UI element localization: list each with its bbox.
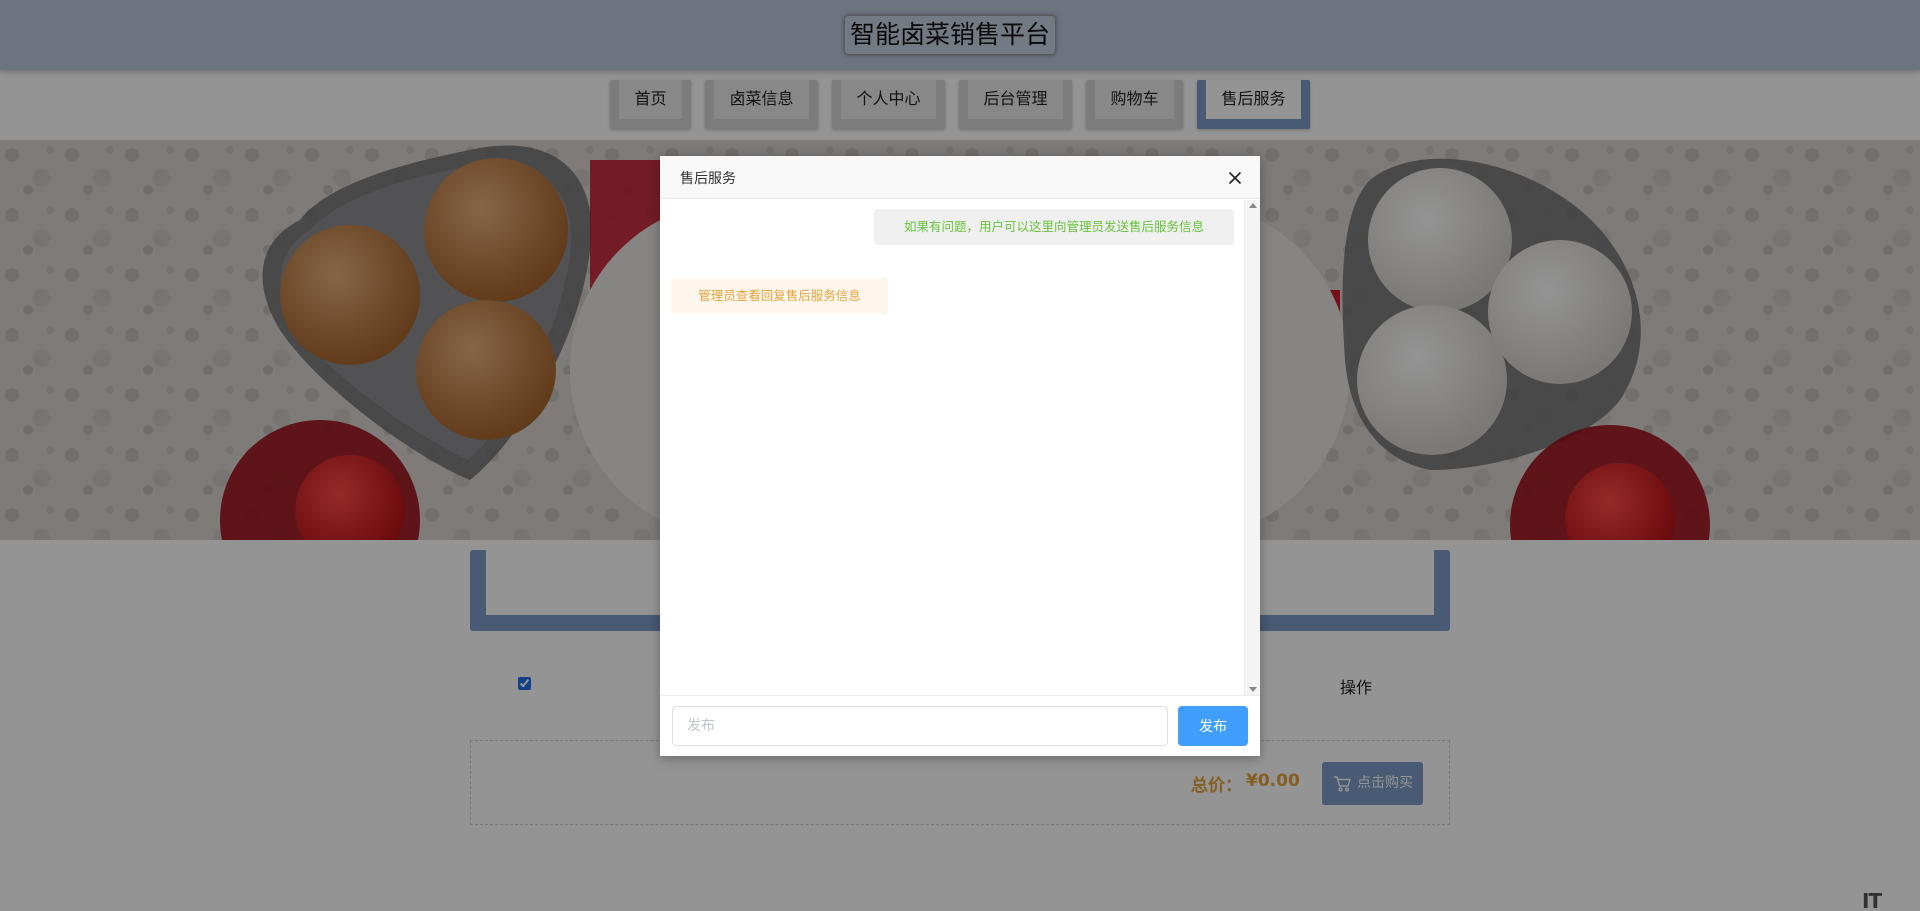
chat-scrollbar[interactable]: [1244, 200, 1260, 695]
user-message: 如果有问题，用户可以这里向管理员发送售后服务信息: [874, 209, 1234, 245]
scroll-up-arrow-icon[interactable]: [1249, 203, 1257, 208]
dialog-header: 售后服务: [660, 156, 1260, 199]
dialog-title: 售后服务: [680, 171, 736, 187]
publish-button[interactable]: 发布: [1178, 706, 1248, 746]
after-sales-dialog: 售后服务 如果有问题，用户可以这里向管理员发送售后服务信息 管理员查看回复售后服…: [660, 156, 1260, 756]
close-icon[interactable]: [1228, 171, 1242, 185]
scroll-down-arrow-icon[interactable]: [1249, 687, 1257, 692]
admin-message: 管理员查看回复售后服务信息: [671, 278, 888, 314]
dialog-footer: 发布: [660, 695, 1260, 756]
chat-messages: 如果有问题，用户可以这里向管理员发送售后服务信息 管理员查看回复售后服务信息: [660, 200, 1260, 695]
message-input[interactable]: [672, 706, 1168, 746]
